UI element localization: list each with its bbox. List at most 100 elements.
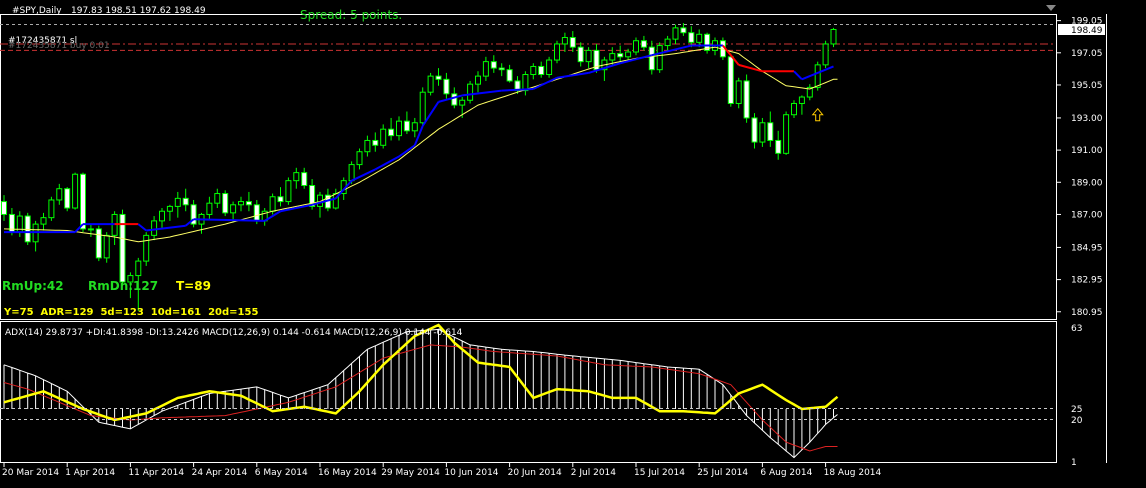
candle-body — [767, 122, 774, 141]
time-tick-label: 11 Apr 2014 — [128, 468, 184, 478]
candle-body — [253, 204, 260, 222]
candle — [546, 56, 553, 78]
candle — [95, 225, 102, 262]
candle-body — [388, 128, 395, 137]
candle-body — [490, 61, 497, 69]
candle-body — [135, 260, 142, 277]
candle-body — [522, 74, 529, 92]
candle-body — [166, 205, 173, 212]
candle-body — [174, 197, 181, 207]
candle-body — [791, 102, 797, 116]
candle-body — [585, 49, 592, 63]
candle-body — [301, 172, 308, 186]
candle-body — [735, 80, 742, 104]
candle — [704, 32, 711, 54]
candle-body — [798, 96, 805, 104]
symbol-label: #SPY,Daily — [12, 6, 62, 16]
candle-body — [419, 91, 426, 124]
candle-body — [546, 59, 553, 76]
price-tick-label: 189.00 — [1071, 178, 1103, 188]
candle — [735, 77, 742, 109]
candle-body — [498, 67, 505, 71]
candle — [467, 80, 474, 104]
time-tick-label: 1 Apr 2014 — [65, 468, 115, 478]
stats-line-1: RmUp:42 RmDn:127 T=89 — [2, 279, 211, 293]
candle-body — [214, 193, 221, 204]
candle-body — [467, 83, 474, 101]
candle-body — [182, 197, 189, 206]
candle-body — [269, 196, 276, 212]
time-tick-label: 15 Jul 2014 — [634, 468, 685, 478]
candle-body — [95, 228, 102, 259]
candle-body — [159, 210, 165, 222]
indicator-tick-label: 63 — [1071, 324, 1082, 334]
candle-body — [40, 217, 47, 225]
price-tick-label: 184.95 — [1071, 243, 1103, 253]
candle — [727, 53, 734, 107]
candle-body — [56, 188, 63, 201]
candle-body — [143, 234, 150, 262]
candle-body — [72, 173, 79, 209]
price-tick-label: 197.05 — [1071, 49, 1103, 59]
candle-body — [435, 75, 442, 80]
candle-body — [87, 228, 94, 231]
candle-body — [759, 122, 766, 143]
price-tick-label: 182.95 — [1071, 276, 1103, 286]
candle-body — [206, 202, 213, 215]
candle-body — [648, 46, 655, 71]
candle — [119, 209, 126, 286]
time-tick-label: 24 Apr 2014 — [192, 468, 248, 478]
stats-line-2: Y=75 ADR=129 5d=123 10d=161 20d=155 — [3, 307, 258, 318]
candle-body — [656, 45, 663, 71]
candle — [48, 196, 55, 221]
candle-body — [396, 120, 402, 137]
trading-chart[interactable]: #SPY,Daily 197.83 198.51 197.62 198.49 S… — [0, 0, 1146, 488]
candle-body — [577, 46, 584, 63]
candle-body — [48, 199, 55, 219]
candle-body — [245, 201, 252, 206]
candle-body — [561, 37, 568, 45]
candle — [830, 27, 837, 48]
candle-body — [830, 28, 837, 45]
candle-body — [664, 38, 671, 47]
candle-body — [609, 53, 616, 61]
price-tick-label: 191.00 — [1071, 146, 1103, 156]
candle-body — [238, 201, 244, 206]
ohlc-values: 197.83 198.51 197.62 198.49 — [71, 6, 206, 16]
candle-body — [411, 122, 418, 132]
candle-body — [743, 80, 750, 119]
candle — [554, 40, 560, 64]
time-tick-label: 20 Mar 2014 — [2, 468, 59, 478]
candle-body — [24, 215, 31, 243]
stats-item: T=89 — [176, 279, 211, 293]
candle-body — [80, 173, 86, 230]
candle-body — [640, 40, 647, 48]
candle-body — [380, 128, 387, 146]
time-tick-label: 10 Jun 2014 — [444, 468, 498, 478]
candle — [285, 177, 292, 205]
time-tick-label: 25 Jul 2014 — [697, 468, 748, 478]
candle-body — [696, 33, 703, 43]
candle-body — [443, 78, 450, 95]
candle-body — [222, 193, 229, 214]
price-tick-label: 195.05 — [1071, 81, 1103, 91]
candle — [783, 111, 790, 155]
candle — [822, 40, 829, 69]
candle-body — [285, 180, 292, 203]
time-tick-label: 20 Jun 2014 — [508, 468, 562, 478]
indicator-tick-label: 20 — [1071, 416, 1083, 426]
price-tick-label: 187.00 — [1071, 210, 1103, 220]
candle-body — [103, 234, 110, 259]
price-tick-label: 193.00 — [1071, 114, 1103, 124]
candle-body — [230, 204, 237, 214]
candle-body — [822, 43, 829, 66]
time-tick-label: 2 Jul 2014 — [571, 468, 616, 478]
candle — [222, 190, 229, 217]
candle — [103, 232, 110, 263]
candle-body — [356, 151, 363, 166]
time-tick-label: 6 Aug 2014 — [760, 468, 812, 478]
candle — [427, 72, 434, 96]
candle-body — [680, 27, 687, 34]
candle-body — [775, 139, 782, 154]
candle-body — [482, 61, 489, 77]
